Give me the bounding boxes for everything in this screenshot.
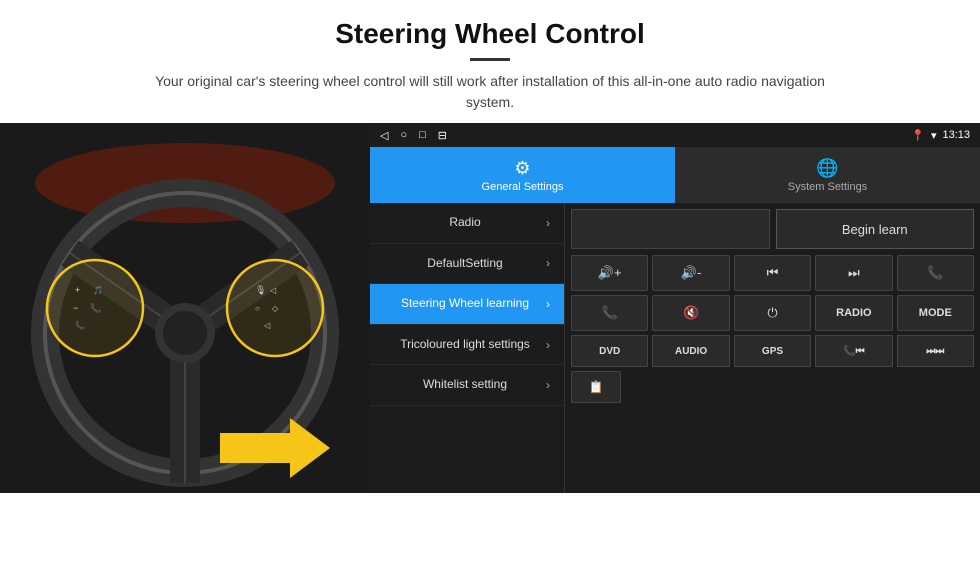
- top-tabs: ⚙ General Settings 🌐 System Settings: [370, 147, 980, 203]
- next-button[interactable]: ⏭: [815, 255, 892, 291]
- steering-wheel-svg: + 🎵 − 📞 📞 🎙 ◁ ○ ◇ ◁: [0, 123, 370, 493]
- prev-icon: ⏮: [767, 265, 779, 281]
- svg-text:📞: 📞: [90, 302, 102, 313]
- mode-label: MODE: [919, 307, 952, 319]
- radio-label: RADIO: [836, 307, 871, 319]
- power-button[interactable]: ⏻: [734, 295, 811, 331]
- settings-gear-icon: ⚙: [514, 158, 530, 179]
- phone-prev-button[interactable]: 📞⏮: [815, 335, 892, 367]
- page-wrapper: Steering Wheel Control Your original car…: [0, 0, 980, 564]
- gps-button[interactable]: GPS: [734, 335, 811, 367]
- control-row-1: 🔊+ 🔊- ⏮ ⏭ 📞: [571, 255, 974, 291]
- header-section: Steering Wheel Control Your original car…: [0, 0, 980, 123]
- menu-steering-label: Steering Wheel learning: [384, 296, 546, 312]
- android-ui-panel: ◁ ○ □ ⊟ 📍 ▾ 13:13 ⚙ General Settings: [370, 123, 980, 493]
- vol-down-icon: 🔊-: [681, 265, 702, 281]
- svg-text:◁: ◁: [270, 286, 277, 295]
- page-subtitle: Your original car's steering wheel contr…: [140, 71, 840, 113]
- menu-list: Radio › DefaultSetting › Steering Wheel …: [370, 203, 565, 493]
- control-last-row: 📋: [571, 371, 974, 403]
- vol-up-button[interactable]: 🔊+: [571, 255, 648, 291]
- skip-icon: ⏭⏭: [926, 346, 944, 357]
- next-icon: ⏭: [848, 265, 860, 281]
- menu-default-label: DefaultSetting: [384, 256, 546, 272]
- phone-prev-icon: 📞⏮: [843, 346, 864, 357]
- tab-system-label: System Settings: [788, 181, 867, 193]
- mute-icon: 🔇: [683, 305, 699, 321]
- menu-item-default[interactable]: DefaultSetting ›: [370, 244, 564, 285]
- playlist-icon: 📋: [589, 380, 604, 394]
- back-icon: ◁: [380, 129, 388, 142]
- dvd-label: DVD: [599, 346, 620, 357]
- begin-learn-button[interactable]: Begin learn: [776, 209, 975, 249]
- svg-text:◁: ◁: [264, 321, 271, 330]
- recents-icon: □: [419, 129, 426, 142]
- top-row: Begin learn: [571, 209, 974, 249]
- menu-icon: ⊟: [438, 129, 447, 142]
- audio-label: AUDIO: [675, 346, 707, 357]
- answer-button[interactable]: 📞: [571, 295, 648, 331]
- mode-button[interactable]: MODE: [897, 295, 974, 331]
- prev-button[interactable]: ⏮: [734, 255, 811, 291]
- phone-icon-1: 📞: [927, 265, 943, 281]
- globe-icon: 🌐: [816, 158, 838, 179]
- menu-whitelist-label: Whitelist setting: [384, 377, 546, 393]
- menu-tricoloured-label: Tricoloured light settings: [384, 337, 546, 353]
- clock: 13:13: [942, 129, 970, 141]
- home-icon: ○: [400, 129, 407, 142]
- location-icon: 📍: [911, 129, 925, 142]
- chevron-icon-default: ›: [546, 256, 550, 270]
- answer-icon: 📞: [602, 305, 618, 321]
- tab-general-label: General Settings: [482, 181, 564, 193]
- status-bar-right: 📍 ▾ 13:13: [911, 129, 970, 142]
- radio-button[interactable]: RADIO: [815, 295, 892, 331]
- dvd-button[interactable]: DVD: [571, 335, 648, 367]
- tab-general-settings[interactable]: ⚙ General Settings: [370, 147, 675, 203]
- control-row-3: DVD AUDIO GPS 📞⏮ ⏭⏭: [571, 335, 974, 367]
- mute-button[interactable]: 🔇: [652, 295, 729, 331]
- menu-item-tricoloured[interactable]: Tricoloured light settings ›: [370, 325, 564, 366]
- title-divider: [470, 58, 510, 61]
- svg-text:○: ○: [255, 304, 260, 313]
- empty-input-box: [571, 209, 770, 249]
- steering-wheel-panel: + 🎵 − 📞 📞 🎙 ◁ ○ ◇ ◁: [0, 123, 370, 493]
- menu-radio-label: Radio: [384, 215, 546, 231]
- wifi-icon: ▾: [931, 129, 937, 142]
- phone-button-1[interactable]: 📞: [897, 255, 974, 291]
- menu-item-whitelist[interactable]: Whitelist setting ›: [370, 365, 564, 406]
- chevron-icon-steering: ›: [546, 297, 550, 311]
- vol-up-icon: 🔊+: [598, 265, 622, 281]
- svg-text:−: −: [73, 303, 78, 313]
- status-bar-left: ◁ ○ □ ⊟: [380, 129, 447, 142]
- tab-system-settings[interactable]: 🌐 System Settings: [675, 147, 980, 203]
- svg-text:🎙: 🎙: [255, 285, 266, 295]
- page-title: Steering Wheel Control: [60, 18, 920, 50]
- gps-label: GPS: [762, 346, 783, 357]
- svg-text:📞: 📞: [75, 320, 85, 330]
- status-bar: ◁ ○ □ ⊟ 📍 ▾ 13:13: [370, 123, 980, 147]
- vol-down-button[interactable]: 🔊-: [652, 255, 729, 291]
- svg-text:+: +: [75, 285, 80, 295]
- power-icon: ⏻: [767, 305, 777, 321]
- main-content: Radio › DefaultSetting › Steering Wheel …: [370, 203, 980, 493]
- skip-button[interactable]: ⏭⏭: [897, 335, 974, 367]
- playlist-button[interactable]: 📋: [571, 371, 621, 403]
- menu-item-radio[interactable]: Radio ›: [370, 203, 564, 244]
- svg-text:◇: ◇: [272, 304, 279, 313]
- chevron-icon-whitelist: ›: [546, 378, 550, 392]
- content-area: + 🎵 − 📞 📞 🎙 ◁ ○ ◇ ◁: [0, 123, 980, 564]
- chevron-icon-tricoloured: ›: [546, 338, 550, 352]
- chevron-icon-radio: ›: [546, 216, 550, 230]
- audio-button[interactable]: AUDIO: [652, 335, 729, 367]
- control-grid-area: Begin learn 🔊+ 🔊- ⏮: [565, 203, 980, 493]
- control-row-2: 📞 🔇 ⏻ RADIO MODE: [571, 295, 974, 331]
- svg-text:🎵: 🎵: [93, 286, 103, 295]
- menu-item-steering[interactable]: Steering Wheel learning ›: [370, 284, 564, 325]
